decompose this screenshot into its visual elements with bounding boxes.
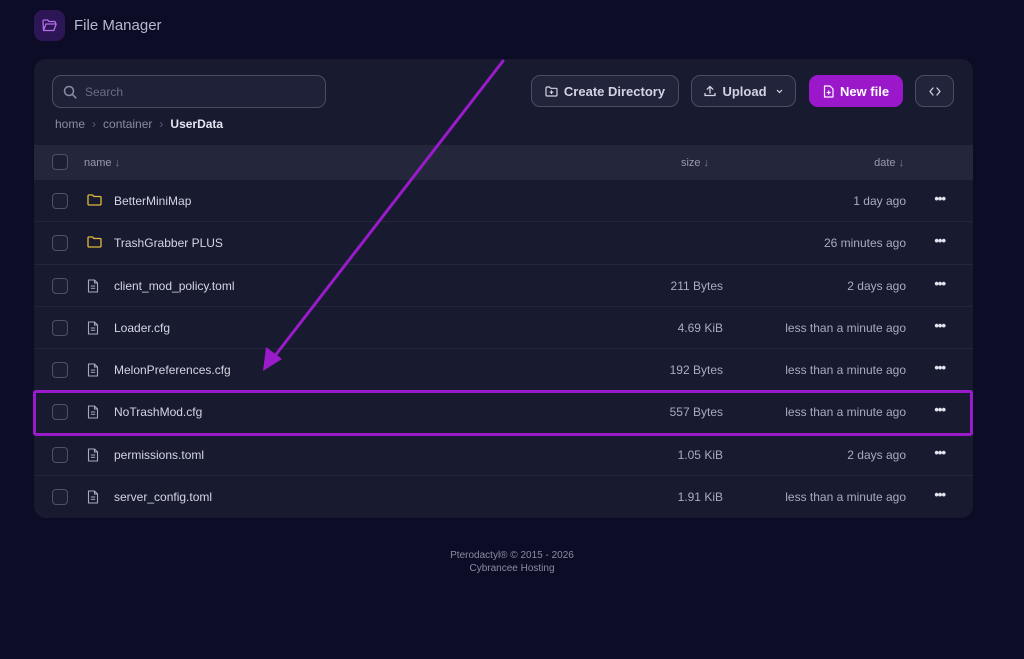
breadcrumb-current: UserData [170, 117, 224, 131]
file-name[interactable]: TrashGrabber PLUS [114, 236, 223, 250]
file-size: 4.69 KiB [677, 320, 723, 335]
new-file-button[interactable]: New file [809, 75, 903, 107]
table-header: name ↓ size ↓ date ↓ [34, 145, 973, 180]
table-row[interactable]: BetterMiniMap 1 day ago ••• [34, 180, 973, 223]
file-list: BetterMiniMap 1 day ago ••• TrashGrabber PL… [34, 180, 973, 518]
file-date: less than a minute ago [785, 490, 906, 505]
file-name[interactable]: client_mod_policy.toml [114, 279, 235, 293]
column-date-label: date [874, 156, 896, 169]
file-name[interactable]: BetterMiniMap [114, 194, 191, 208]
chevron-right-icon: › [159, 117, 164, 131]
upload-label: Upload [722, 83, 767, 99]
code-view-button[interactable] [915, 75, 954, 107]
app-header: File Manager [34, 9, 162, 41]
file-icon [87, 405, 99, 422]
column-name[interactable]: name ↓ [84, 157, 120, 169]
search-box[interactable] [52, 75, 326, 108]
search-input[interactable] [85, 84, 305, 99]
file-icon [87, 490, 99, 507]
row-checkbox[interactable] [52, 446, 68, 463]
table-row[interactable]: client_mod_policy.toml 211 Bytes 2 days ag… [34, 265, 973, 307]
row-menu-icon[interactable]: ••• [934, 487, 946, 502]
file-size: 192 Bytes [669, 363, 723, 378]
file-manager-panel: Create Directory Upload New file home › … [34, 59, 973, 518]
column-name-label: name [84, 156, 112, 169]
row-menu-icon[interactable]: ••• [934, 191, 946, 206]
file-date: 2 days ago [847, 278, 906, 293]
file-size: 1.91 KiB [677, 490, 723, 505]
app-title: File Manager [74, 16, 162, 34]
folder-plus-icon [545, 85, 558, 97]
table-row[interactable]: TrashGrabber PLUS 26 minutes ago ••• [34, 222, 973, 265]
file-icon [87, 448, 99, 465]
upload-icon [704, 85, 717, 97]
row-checkbox[interactable] [52, 277, 68, 294]
create-directory-label: Create Directory [563, 83, 666, 99]
file-name[interactable]: server_config.toml [114, 490, 212, 504]
table-row[interactable]: NoTrashMod.cfg 557 Bytes less than a minut… [34, 391, 973, 434]
file-icon [87, 279, 99, 296]
breadcrumb-container[interactable]: container [103, 117, 152, 131]
table-row[interactable]: server_config.toml 1.91 KiB less than a mi… [34, 476, 973, 518]
file-name[interactable]: NoTrashMod.cfg [114, 405, 202, 419]
file-date: 2 days ago [847, 447, 906, 462]
code-icon [928, 86, 941, 96]
file-icon [87, 321, 99, 338]
file-name[interactable]: Loader.cfg [114, 321, 170, 335]
file-icon [87, 363, 99, 380]
row-menu-icon[interactable]: ••• [934, 318, 946, 333]
row-checkbox[interactable] [52, 362, 68, 379]
search-icon [63, 85, 77, 99]
file-date: less than a minute ago [785, 363, 906, 378]
file-plus-icon [823, 84, 834, 98]
row-checkbox[interactable] [52, 235, 68, 252]
row-menu-icon[interactable]: ••• [934, 276, 946, 291]
create-directory-button[interactable]: Create Directory [531, 75, 679, 107]
row-menu-icon[interactable]: ••• [934, 360, 946, 375]
file-date: less than a minute ago [785, 320, 906, 335]
table-row[interactable]: Loader.cfg 4.69 KiB less than a minute ago… [34, 307, 973, 350]
row-checkbox[interactable] [52, 193, 68, 209]
select-all-checkbox[interactable] [52, 154, 68, 170]
folder-open-icon [34, 9, 65, 41]
file-name[interactable]: permissions.toml [114, 448, 204, 462]
sort-arrow-icon: ↓ [703, 156, 710, 169]
footer: Pterodactyl® © 2015 - 2026 Cybrancee Hos… [0, 549, 1024, 575]
row-checkbox[interactable] [52, 489, 68, 506]
column-size[interactable]: size ↓ [681, 157, 709, 169]
row-menu-icon[interactable]: ••• [934, 233, 946, 248]
file-date: less than a minute ago [785, 405, 906, 420]
file-date: 26 minutes ago [823, 236, 906, 251]
file-size: 557 Bytes [669, 405, 723, 420]
row-checkbox[interactable] [52, 319, 68, 336]
file-size: 211 Bytes [670, 278, 723, 293]
breadcrumb: home › container › UserData [55, 117, 223, 131]
table-row[interactable]: permissions.toml 1.05 KiB 2 days ago ••• [34, 434, 973, 477]
upload-button[interactable]: Upload [691, 75, 796, 107]
table-row[interactable]: MelonPreferences.cfg 192 Bytes less than a… [34, 349, 973, 392]
sort-arrow-icon: ↓ [114, 156, 121, 169]
column-size-label: size [680, 156, 701, 169]
file-date: 1 day ago [853, 194, 906, 208]
new-file-label: New file [839, 83, 890, 99]
breadcrumb-home[interactable]: home [55, 117, 85, 131]
file-name[interactable]: MelonPreferences.cfg [114, 363, 231, 377]
folder-icon [87, 236, 102, 251]
column-date[interactable]: date ↓ [874, 157, 904, 169]
file-size: 1.05 KiB [677, 447, 723, 462]
row-checkbox[interactable] [52, 404, 68, 421]
footer-copyright: Pterodactyl® © 2015 - 2026 [450, 550, 574, 561]
chevron-down-icon [776, 89, 782, 93]
folder-icon [87, 194, 102, 209]
footer-host: Cybrancee Hosting [469, 563, 555, 574]
sort-arrow-icon: ↓ [898, 156, 905, 169]
row-menu-icon[interactable]: ••• [934, 445, 946, 460]
chevron-right-icon: › [92, 117, 97, 131]
row-menu-icon[interactable]: ••• [934, 402, 946, 417]
